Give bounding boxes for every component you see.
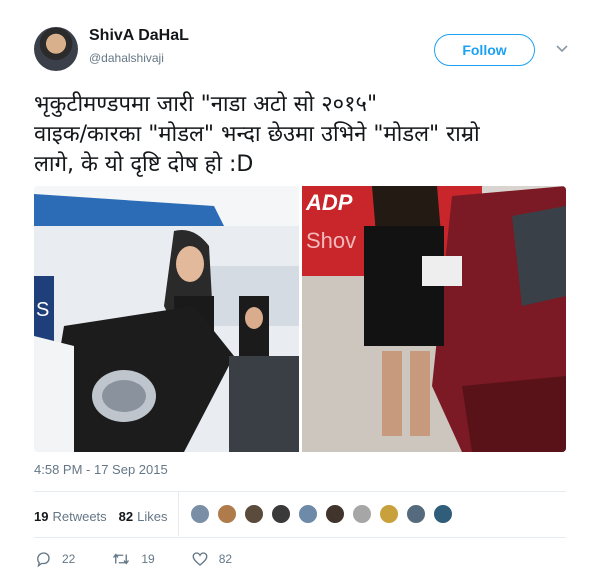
author-handle[interactable]: @dahalshivaji [89, 51, 164, 65]
heart-icon [192, 552, 208, 566]
retweets-count: 19 [34, 508, 49, 524]
reply-action[interactable]: 22 [34, 550, 75, 568]
avatar[interactable] [34, 27, 78, 71]
stats-separator [178, 492, 179, 536]
liker-avatar[interactable] [406, 504, 426, 524]
author-name[interactable]: ShivA DaHaL [89, 27, 189, 45]
liker-avatar[interactable] [379, 504, 399, 524]
retweet-action[interactable]: 19 [111, 550, 155, 568]
left-banner-text: S [36, 299, 49, 321]
liker-avatar[interactable] [433, 504, 453, 524]
likes-label: Likes [137, 508, 168, 524]
like-action[interactable]: 82 [191, 550, 232, 568]
photo-left[interactable]: S [34, 186, 299, 452]
reply-icon [37, 552, 50, 568]
retweet-count: 19 [141, 552, 155, 566]
divider-bottom [34, 537, 566, 538]
liker-avatar[interactable] [190, 504, 210, 524]
liker-avatar[interactable] [298, 504, 318, 524]
liker-avatar[interactable] [352, 504, 372, 524]
right-banner-sub: Shov [306, 228, 356, 253]
likes-count: 82 [118, 508, 134, 524]
right-banner-text: ADP [305, 190, 353, 215]
liker-avatar[interactable] [244, 504, 264, 524]
retweets-stat[interactable]: 19 Retweets [34, 509, 107, 524]
tweet-text: भृकुटीमण्डपमा जारी "नाडा अटो सो २०१५" वा… [34, 92, 480, 177]
liker-avatar[interactable] [271, 504, 291, 524]
like-count: 82 [218, 552, 233, 566]
follow-button[interactable]: Follow [434, 34, 535, 66]
tweet-timestamp[interactable]: 4:58 PM - 17 Sep 2015 [34, 462, 168, 477]
tweet-media[interactable]: S ADP Shov [34, 186, 566, 452]
retweet-icon [113, 553, 130, 565]
retweets-label: Retweets [52, 508, 107, 524]
liker-avatar[interactable] [325, 504, 345, 524]
liker-avatars [190, 504, 460, 524]
reply-count: 22 [62, 552, 76, 566]
chevron-down-icon[interactable] [554, 40, 570, 56]
photo-right[interactable]: ADP Shov [302, 186, 566, 452]
divider-top [34, 491, 566, 492]
tweet-actions: 22 19 82 [34, 549, 268, 569]
tweet-stats: 19 Retweets 82 Likes [34, 502, 180, 530]
tweet-header: ShivA DaHaL @dahalshivaji Follow [34, 22, 579, 72]
liker-avatar[interactable] [217, 504, 237, 524]
likes-stat[interactable]: 82 Likes [119, 509, 168, 524]
